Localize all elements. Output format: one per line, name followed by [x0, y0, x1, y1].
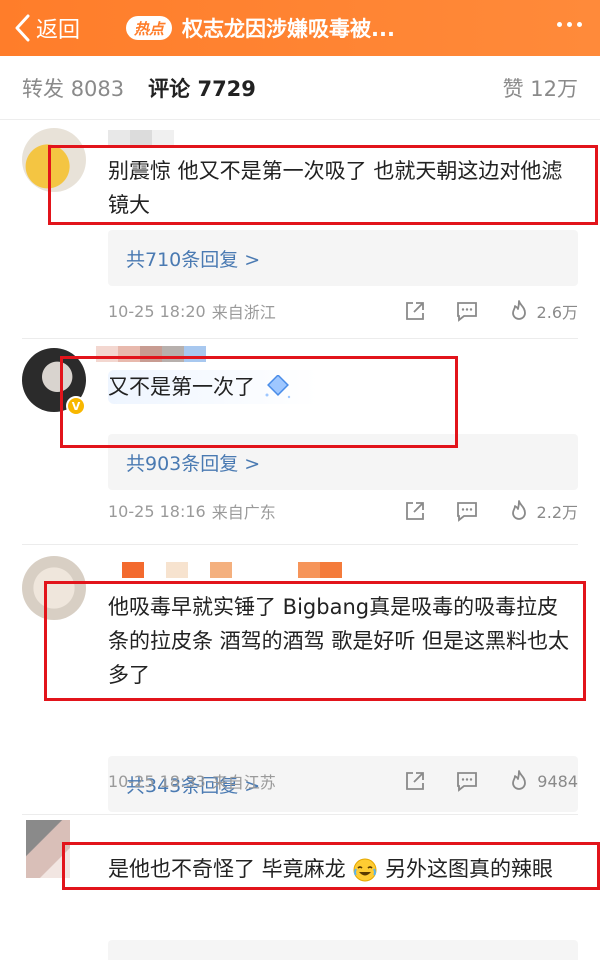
tab-like[interactable]: 赞 12万 [503, 73, 578, 103]
page-title: 权志龙因涉嫌吸毒被... [182, 17, 395, 41]
tab-like-label: 赞 [502, 76, 524, 101]
tab-comment-count: 7729 [197, 76, 256, 101]
comment-meta: 10-25 18:20 来自浙江 2.6万 [108, 296, 578, 326]
comment-sheet: 转发 8083 评论 7729 赞 12万 别震惊 他又不是第一次吸了 也就天朝… [0, 56, 600, 960]
like-count: 2.6万 [536, 303, 578, 322]
like-count: 9484 [537, 771, 578, 791]
top-bar: 返回 热点 权志龙因涉嫌吸毒被... [0, 0, 600, 56]
comment-text-continued: 另外这图真的辣眼 [385, 857, 554, 881]
tab-like-count: 12万 [530, 76, 578, 101]
like-count: 2.2万 [536, 503, 578, 522]
comment-location: 来自浙江 [211, 303, 276, 322]
view-replies-link[interactable]: 共903条回复 > [108, 434, 578, 490]
like-flame-icon[interactable] [507, 769, 531, 793]
more-dots-icon[interactable] [557, 22, 582, 27]
share-icon[interactable] [403, 299, 427, 323]
tab-comment-label: 评论 [148, 76, 191, 101]
comment-meta: 10-25 18:16 来自广东 2.2万 [108, 496, 578, 526]
crying-laugh-emoji-icon [353, 858, 377, 882]
comment-text: 他吸毒早就实锤了 Bigbang真是吸毒的吸毒拉皮条的拉皮条 酒驾的酒驾 歌是好… [108, 595, 570, 687]
comment-item: 别震惊 他又不是第一次吸了 也就天朝这边对他滤镜大 共710条回复 > 10-2… [0, 120, 600, 330]
diamond-emoji-icon [265, 375, 290, 399]
tab-repost[interactable]: 转发 8083 [22, 73, 124, 103]
tab-bar: 转发 8083 评论 7729 赞 12万 [0, 56, 600, 120]
share-icon[interactable] [403, 769, 427, 793]
verified-badge-icon: V [66, 396, 86, 416]
comment-location: 来自江苏 [211, 773, 276, 792]
view-replies-link[interactable]: 共710条回复 > [108, 230, 578, 286]
comment-text-wrap: 是他也不奇怪了 毕竟麻龙 另外这图真的辣眼 [108, 852, 578, 886]
comment-location: 来自广东 [211, 503, 276, 522]
comment-icon[interactable] [455, 299, 479, 323]
divider [22, 814, 578, 815]
tab-comment[interactable]: 评论 7729 [148, 73, 256, 103]
share-icon[interactable] [403, 499, 427, 523]
view-replies-link[interactable]: 共93条回复 > [108, 940, 578, 960]
tab-repost-label: 转发 [22, 76, 64, 101]
blurred-username[interactable] [108, 130, 174, 146]
comment-icon[interactable] [455, 769, 479, 793]
comment-item: V 又不是第一次了 共903条回复 > 10-25 18:16 来自广东 2.2… [0, 340, 600, 540]
avatar[interactable] [22, 128, 86, 192]
like-flame-icon[interactable] [507, 299, 531, 323]
comment-text: 又不是第一次了 [108, 375, 255, 399]
comment-time: 10-25 18:16 [108, 501, 206, 521]
comment-icon[interactable] [455, 499, 479, 523]
back-label: 返回 [36, 18, 81, 43]
hot-badge: 热点 [126, 16, 173, 40]
comment-meta: 10-25 18:33 来自江苏 9484 [108, 766, 578, 796]
back-button[interactable]: 返回 [14, 12, 80, 44]
comment-time: 10-25 18:33 [108, 771, 206, 791]
comment-text: 别震惊 他又不是第一次吸了 也就天朝这边对他滤镜大 [108, 159, 563, 217]
comment-text: 是他也不奇怪了 毕竟麻龙 [108, 857, 346, 881]
divider [22, 544, 578, 545]
avatar[interactable] [22, 556, 86, 620]
comment-time: 10-25 18:20 [108, 301, 206, 321]
like-flame-icon[interactable] [507, 499, 531, 523]
tab-repost-count: 8083 [70, 76, 125, 101]
back-arrow-icon [15, 14, 30, 42]
divider [22, 338, 578, 339]
comment-text-wrap: 又不是第一次了 [108, 370, 318, 404]
blurred-username[interactable] [122, 562, 342, 578]
avatar[interactable] [26, 820, 70, 878]
blurred-username[interactable] [96, 346, 206, 362]
comment-item: 是他也不奇怪了 毕竟麻龙 另外这图真的辣眼 共93条回复 > [0, 816, 600, 960]
